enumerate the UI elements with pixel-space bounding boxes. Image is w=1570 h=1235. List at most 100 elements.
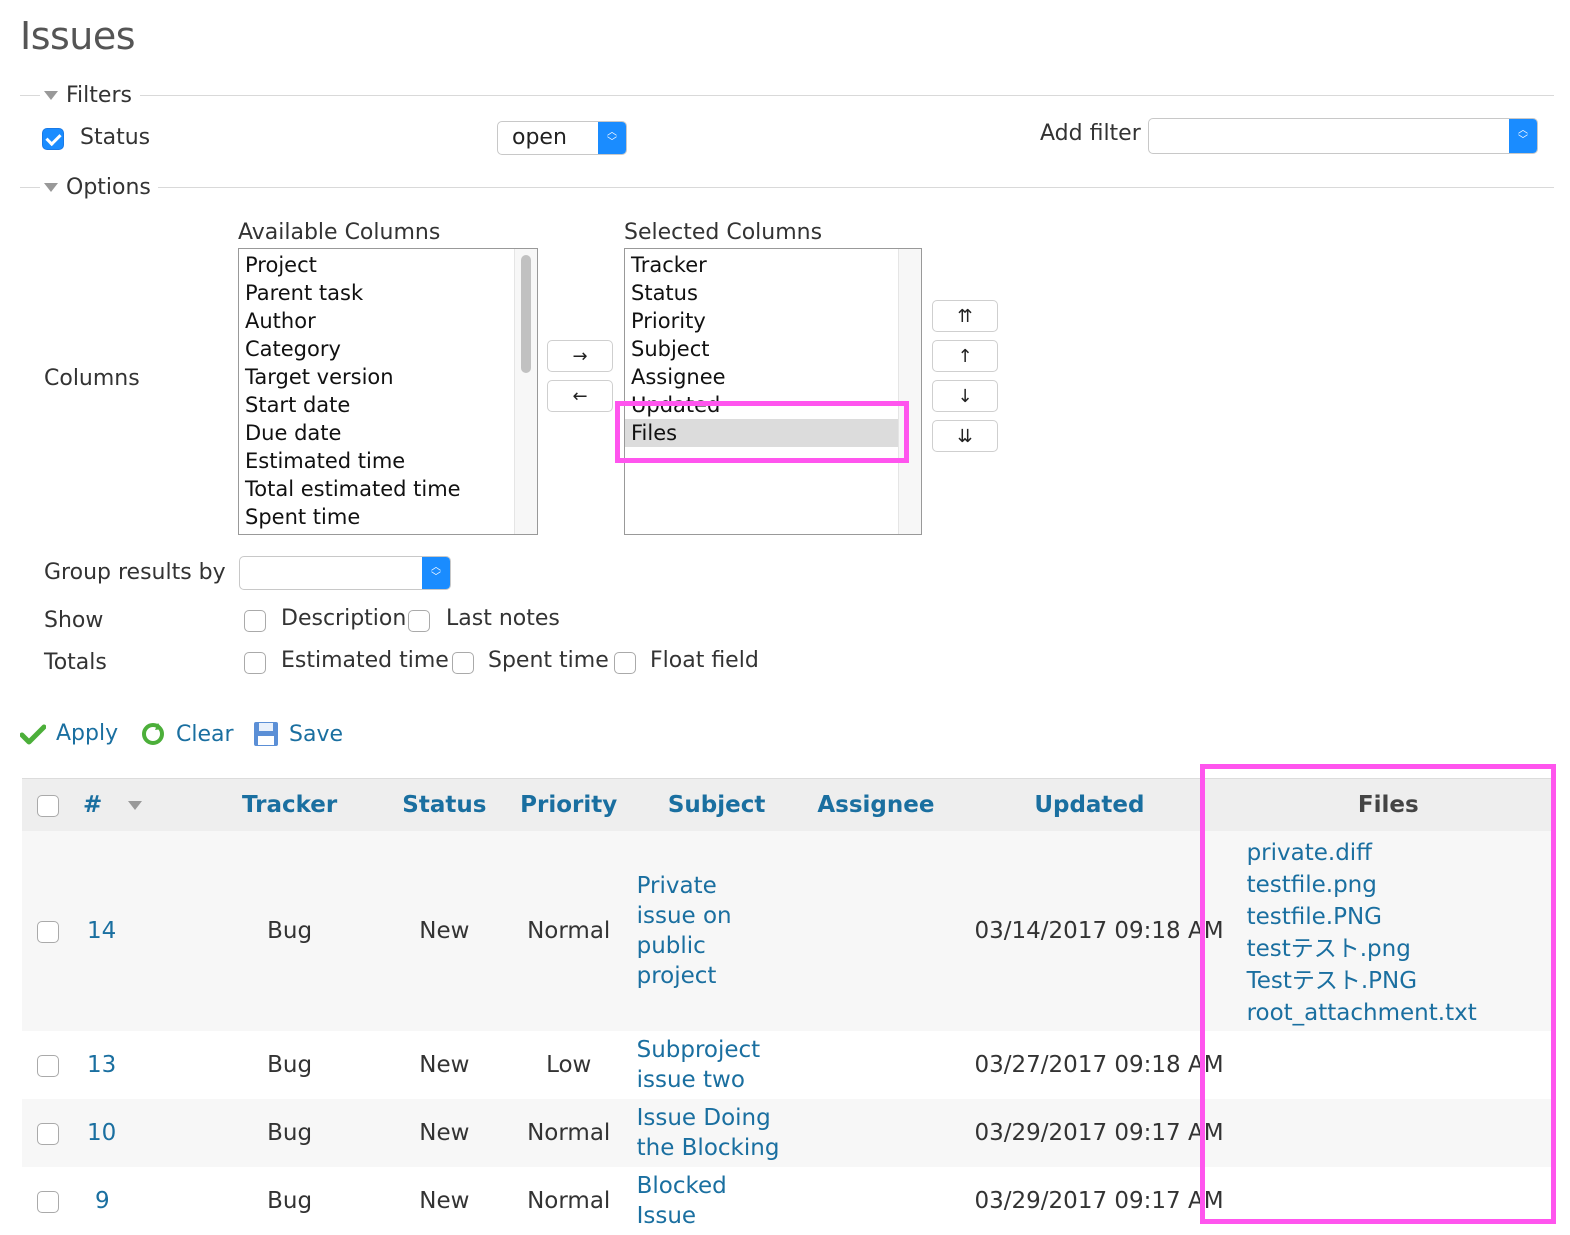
column-header-subject[interactable]: Subject	[635, 778, 798, 831]
issue-id-link[interactable]: 13	[87, 1052, 116, 1078]
floppy-disk-icon	[254, 722, 278, 746]
status-filter-checkbox[interactable]	[42, 128, 64, 150]
available-columns-scrollbar[interactable]	[514, 249, 537, 534]
attachment-link[interactable]: root_attachment.txt	[1247, 997, 1551, 1029]
group-by-select[interactable]: ︿ ﹀	[239, 556, 451, 590]
column-header-updated[interactable]: Updated	[954, 778, 1225, 831]
move-top-button[interactable]: ⇈	[932, 300, 998, 332]
options-legend[interactable]: Options	[44, 175, 151, 200]
show-description-label: Description	[281, 606, 407, 631]
collapse-triangle-icon	[44, 91, 58, 100]
available-column-option[interactable]: Parent task	[239, 279, 537, 307]
column-header-files: Files	[1224, 778, 1552, 831]
available-column-option[interactable]: Spent time	[239, 503, 537, 531]
issue-id-link[interactable]: 14	[87, 918, 116, 944]
row-select-cell[interactable]	[22, 831, 75, 1031]
total-estimated-time-checkbox[interactable]	[244, 652, 266, 674]
column-header-priority[interactable]: Priority	[501, 778, 636, 831]
attachment-link[interactable]: Testテスト.PNG	[1247, 965, 1551, 997]
column-header-tracker[interactable]: Tracker	[192, 778, 387, 831]
filters-rule-right	[140, 95, 1554, 96]
selected-columns-scrollbar[interactable]	[898, 249, 921, 534]
total-float-field-checkbox[interactable]	[614, 652, 636, 674]
available-column-option[interactable]: Estimated time	[239, 447, 537, 475]
status-operator-select[interactable]: open ︿ ﹀	[497, 121, 627, 155]
move-down-button[interactable]: ↓	[932, 380, 998, 412]
available-column-option[interactable]: Target version	[239, 363, 537, 391]
attachment-link[interactable]: testfile.png	[1247, 869, 1551, 901]
available-column-option[interactable]: Project	[239, 251, 537, 279]
total-estimated-time-label: Estimated time	[281, 648, 449, 673]
available-column-option[interactable]: Start date	[239, 391, 537, 419]
row-checkbox[interactable]	[37, 1190, 60, 1213]
save-label: Save	[289, 721, 344, 747]
row-checkbox[interactable]	[37, 920, 60, 943]
attachment-link[interactable]: testテスト.png	[1247, 933, 1551, 965]
reload-icon	[142, 723, 164, 745]
column-header-assignee[interactable]: Assignee	[797, 778, 955, 831]
subject-link[interactable]: Private issue on public project	[637, 871, 747, 991]
files-cell	[1224, 1167, 1552, 1235]
scrollbar-thumb[interactable]	[521, 255, 531, 373]
priority-cell: Normal	[501, 831, 636, 1031]
column-header-id[interactable]: #	[74, 778, 193, 831]
remove-column-button[interactable]: ←	[547, 380, 613, 412]
available-column-option[interactable]: Due date	[239, 419, 537, 447]
selected-columns-list[interactable]: Tracker Status Priority Subject Assignee…	[624, 248, 922, 535]
show-label: Show	[44, 608, 104, 633]
show-description-checkbox[interactable]	[244, 610, 266, 632]
subject-cell: Subproject issue two	[635, 1031, 798, 1099]
issue-id-link[interactable]: 9	[95, 1188, 110, 1214]
row-checkbox[interactable]	[37, 1054, 60, 1077]
save-link[interactable]: Save	[253, 721, 343, 747]
status-cell: New	[386, 1167, 502, 1235]
add-filter-label: Add filter	[1040, 121, 1141, 146]
show-last-notes-label: Last notes	[446, 606, 560, 631]
attachment-link[interactable]: testfile.PNG	[1247, 901, 1551, 933]
available-column-option[interactable]: Category	[239, 335, 537, 363]
add-filter-select[interactable]: ︿ ﹀	[1148, 118, 1538, 154]
attachment-link[interactable]: private.diff	[1247, 837, 1551, 869]
row-checkbox[interactable]	[37, 1122, 60, 1145]
row-select-cell[interactable]	[22, 1031, 75, 1099]
select-arrows-icon: ︿ ﹀	[598, 122, 626, 154]
issue-id-link[interactable]: 10	[87, 1120, 116, 1146]
tracker-cell: Bug	[192, 1031, 387, 1099]
filters-legend[interactable]: Filters	[44, 83, 132, 108]
column-header-status[interactable]: Status	[386, 778, 502, 831]
available-columns-list[interactable]: Project Parent task Author Category Targ…	[238, 248, 538, 535]
move-up-button[interactable]: ↑	[932, 340, 998, 372]
selected-column-option[interactable]: Subject	[625, 335, 921, 363]
issue-id-cell: 10	[74, 1099, 193, 1167]
tracker-cell: Bug	[192, 1167, 387, 1235]
move-bottom-button[interactable]: ⇊	[932, 420, 998, 452]
clear-link[interactable]: Clear	[140, 721, 234, 747]
table-row: 14 Bug New Normal Private issue on publi…	[22, 831, 1552, 1031]
selected-column-option[interactable]: Tracker	[625, 251, 921, 279]
subject-link[interactable]: Subproject issue two	[637, 1035, 787, 1095]
select-all-checkbox[interactable]	[37, 794, 60, 817]
apply-link[interactable]: Apply	[20, 721, 118, 746]
row-select-cell[interactable]	[22, 1099, 75, 1167]
page-title: Issues	[20, 14, 136, 58]
total-spent-time-checkbox[interactable]	[452, 652, 474, 674]
selected-column-option[interactable]: Assignee	[625, 363, 921, 391]
selected-column-option[interactable]: Priority	[625, 307, 921, 335]
subject-link[interactable]: Blocked Issue	[637, 1171, 747, 1231]
available-column-option[interactable]: Author	[239, 307, 537, 335]
selected-column-option[interactable]: Status	[625, 279, 921, 307]
subject-cell: Blocked Issue	[635, 1167, 798, 1235]
selected-column-option-files[interactable]: Files	[625, 419, 921, 447]
subject-link[interactable]: Issue Doing the Blocking	[637, 1103, 797, 1163]
add-column-button[interactable]: →	[547, 340, 613, 372]
available-column-option[interactable]: Total estimated time	[239, 475, 537, 503]
status-operator-value: open	[512, 125, 567, 150]
priority-cell: Normal	[501, 1099, 636, 1167]
collapse-triangle-icon	[44, 183, 58, 192]
row-select-cell[interactable]	[22, 1167, 75, 1235]
subject-cell: Private issue on public project	[635, 831, 798, 1031]
show-last-notes-checkbox[interactable]	[408, 610, 430, 632]
updated-cell: 03/29/2017 09:17 AM	[954, 1167, 1225, 1235]
select-all-cell[interactable]	[22, 778, 75, 831]
selected-column-option[interactable]: Updated	[625, 391, 921, 419]
